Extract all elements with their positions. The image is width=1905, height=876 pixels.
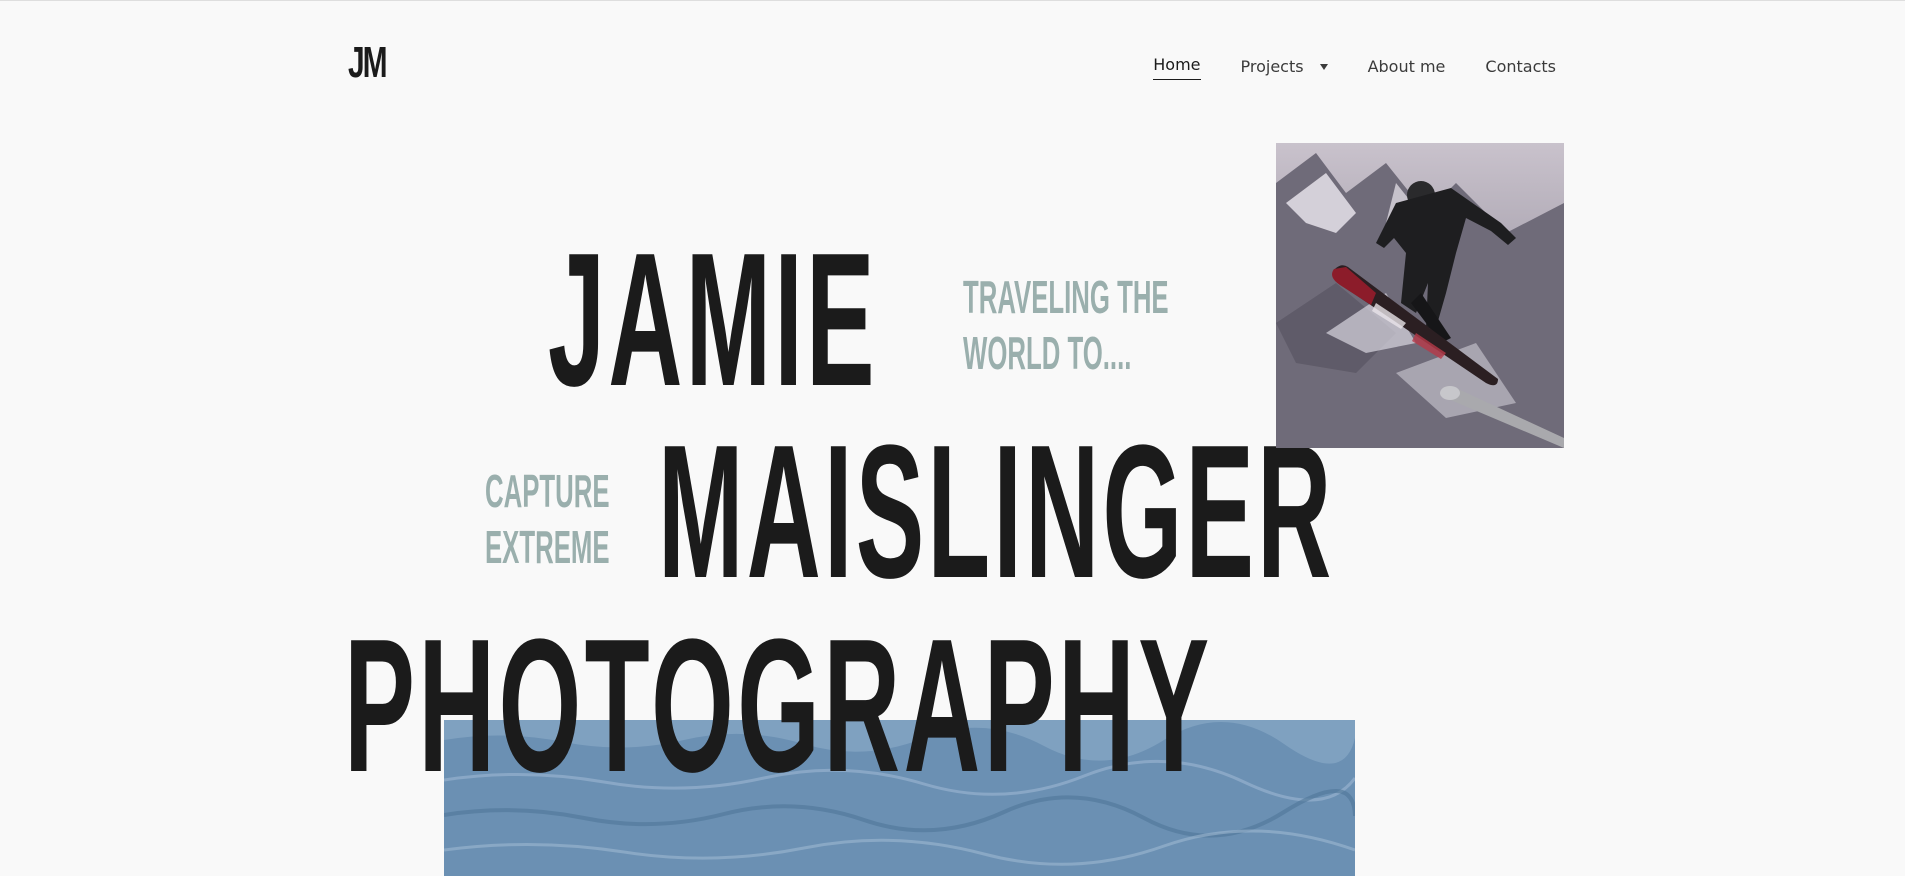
hero-title-photography: PHOTOGRAPHY (344, 600, 1213, 812)
page: JM Home Projects About me Contacts JAMIE… (0, 0, 1905, 876)
tagline-traveling-line1: TRAVELING THE (963, 271, 1169, 323)
main-nav: Home Projects About me Contacts (1113, 53, 1556, 80)
nav-about[interactable]: About me (1368, 55, 1446, 79)
tagline-traveling-line2: WORLD TO.... (963, 327, 1132, 379)
site-logo[interactable]: JM (348, 41, 388, 85)
snowboarder-photo (1276, 143, 1564, 448)
nav-projects-label: Projects (1240, 56, 1304, 76)
tagline-capture: CAPTURE EXTREME (485, 463, 610, 575)
tagline-capture-line1: CAPTURE (485, 465, 610, 517)
tagline-traveling: TRAVELING THE WORLD TO.... (963, 269, 1169, 381)
chevron-down-icon[interactable] (1319, 63, 1328, 70)
tagline-capture-line2: EXTREME (485, 521, 610, 573)
nav-contacts[interactable]: Contacts (1485, 55, 1556, 79)
hero-name-first: JAMIE (548, 214, 878, 426)
nav-projects[interactable]: Projects (1241, 55, 1328, 79)
nav-home[interactable]: Home (1153, 53, 1201, 80)
hero-name-last: MAISLINGER (658, 406, 1335, 618)
